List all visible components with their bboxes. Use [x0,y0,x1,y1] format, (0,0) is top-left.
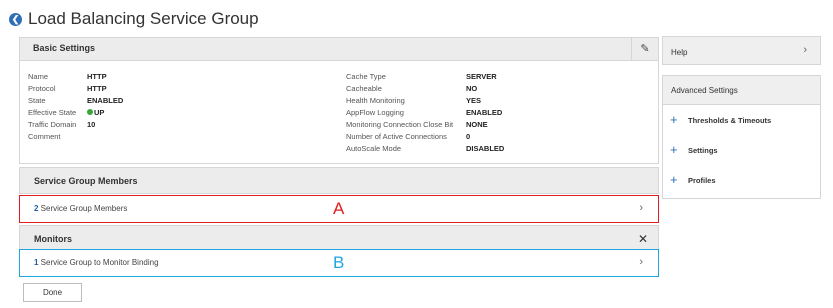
setting-value-appflow-logging: ENABLED [466,108,503,117]
setting-value-monitoring-close-bit: NONE [466,120,488,129]
monitor-binding-link[interactable]: 1 Service Group to Monitor Binding B › [19,249,659,277]
setting-value-active-connections: 0 [466,132,471,141]
advanced-settings-header: Advanced Settings [663,76,820,105]
setting-key-autoscale-mode: AutoScale Mode [346,144,402,153]
monitors-title: Monitors [34,234,72,244]
setting-key-health-monitoring: Health Monitoring [346,96,405,105]
chevron-right-icon: › [639,202,643,214]
advanced-settings-panel: Advanced Settings + Thresholds & Timeout… [662,75,821,199]
setting-key-protocol: Protocol [28,84,56,93]
annotation-label-b: B [333,253,345,272]
setting-value-name: HTTP [87,72,107,81]
plus-icon: + [670,142,678,157]
setting-key-monitoring-close-bit: Monitoring Connection Close Bit [346,120,454,129]
plus-icon: + [670,172,678,187]
done-button[interactable]: Done [23,283,82,302]
annotation-label-a: A [333,199,345,218]
setting-key-cache-type: Cache Type [346,72,386,81]
chevron-right-icon: › [803,44,807,56]
advanced-item-settings[interactable]: + Settings [663,136,820,164]
service-group-members-header: Service Group Members [19,167,659,194]
setting-key-cacheable: Cacheable [346,84,382,93]
setting-value-health-monitoring: YES [466,96,482,105]
basic-settings-title: Basic Settings [33,43,96,53]
page-title: Load Balancing Service Group [28,9,259,28]
setting-value-effective-state: UP [87,107,104,119]
back-icon[interactable]: ❮ [9,13,22,26]
service-group-members-link[interactable]: 2 Service Group Members A › [19,195,659,223]
plus-icon: + [670,112,678,127]
monitors-header: Monitors ✕ [19,225,659,252]
setting-key-traffic-domain: Traffic Domain [28,120,77,129]
advanced-item-label: Profiles [688,176,716,185]
setting-key-state: State [28,96,46,105]
monitor-binding-link-text: 1 Service Group to Monitor Binding [34,258,159,267]
setting-value-traffic-domain: 10 [87,120,96,129]
advanced-settings-title: Advanced Settings [671,86,738,95]
service-group-members-title: Service Group Members [34,176,138,186]
status-up-dot-icon [87,109,93,115]
edit-pencil-icon[interactable]: ✎ [631,38,658,61]
setting-key-appflow-logging: AppFlow Logging [346,108,404,117]
monitors-link-label: Service Group to Monitor Binding [38,258,159,267]
advanced-item-thresholds-timeouts[interactable]: + Thresholds & Timeouts [663,106,820,134]
setting-key-name: Name [28,72,49,81]
basic-settings-panel: Basic Settings ✎ Name HTTP Protocol HTTP… [19,37,659,164]
members-link-label: Service Group Members [38,204,128,213]
advanced-item-label: Settings [688,146,718,155]
advanced-item-profiles[interactable]: + Profiles [663,166,820,194]
basic-settings-header: Basic Settings ✎ [20,38,658,61]
setting-key-active-connections: Number of Active Connections [346,132,447,141]
setting-key-comment: Comment [28,132,61,141]
setting-key-effective-state: Effective State [28,108,77,117]
setting-value-cache-type: SERVER [466,72,497,81]
help-label: Help [671,48,688,57]
setting-value-protocol: HTTP [87,84,107,93]
effective-state-text: UP [94,108,105,117]
close-icon[interactable]: ✕ [638,232,648,246]
advanced-item-label: Thresholds & Timeouts [688,116,772,125]
service-group-members-link-text: 2 Service Group Members [34,204,127,213]
setting-value-autoscale-mode: DISABLED [466,144,505,153]
setting-value-cacheable: NO [466,84,478,93]
setting-value-state: ENABLED [87,96,124,105]
help-panel[interactable]: Help › [662,36,821,65]
chevron-right-icon: › [639,256,643,268]
